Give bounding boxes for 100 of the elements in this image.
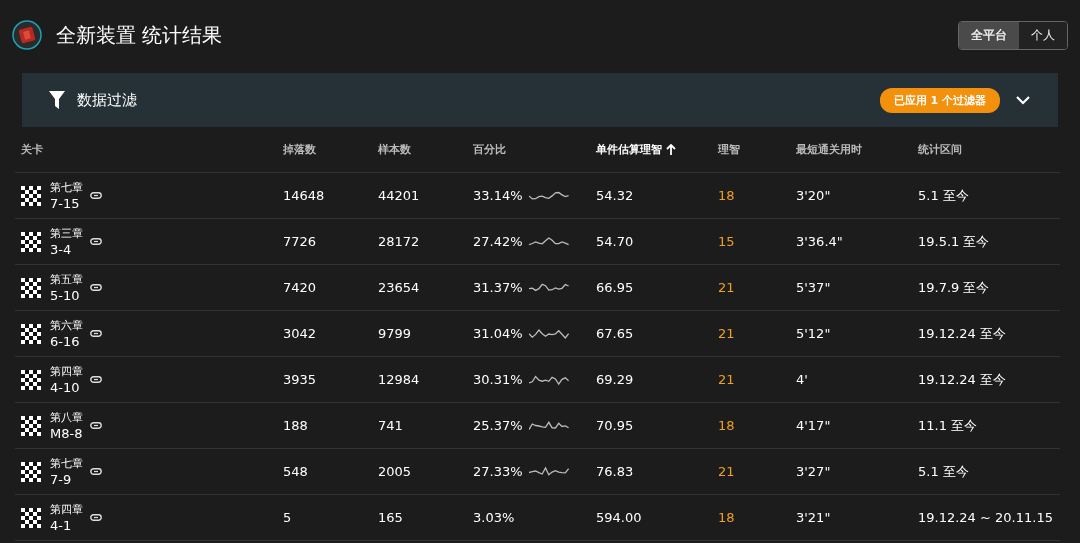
link-icon[interactable] bbox=[90, 376, 102, 383]
column-header[interactable]: 单件估算理智 bbox=[596, 142, 676, 157]
link-icon[interactable] bbox=[90, 330, 102, 337]
filter-count-badge: 已应用 1 个过滤器 bbox=[879, 87, 1000, 113]
table-cell: 21 bbox=[718, 464, 735, 479]
filter-title: 数据过滤 bbox=[77, 90, 137, 110]
stage-code: 7-9 bbox=[50, 471, 73, 488]
table-cell: 44201 bbox=[378, 188, 420, 203]
column-header[interactable]: 百分比 bbox=[473, 142, 506, 157]
checkerboard-icon bbox=[21, 461, 41, 482]
table-cell: 5.1 至今 bbox=[918, 186, 969, 205]
table-cell: 3'20" bbox=[796, 188, 831, 203]
column-header[interactable]: 关卡 bbox=[21, 142, 43, 157]
chapter-label: 第三章 bbox=[50, 225, 83, 242]
column-header[interactable]: 理智 bbox=[718, 142, 740, 157]
checkerboard-icon bbox=[21, 507, 41, 528]
table-cell: 67.65 bbox=[596, 326, 634, 341]
table-cell: 19.12.24 ~ 20.11.15 bbox=[918, 510, 1053, 525]
chapter-label: 第八章 bbox=[50, 409, 83, 426]
table-cell: 18 bbox=[718, 418, 735, 433]
table-cell: 12984 bbox=[378, 372, 420, 387]
sort-arrow-icon bbox=[666, 143, 676, 156]
link-icon[interactable] bbox=[90, 422, 102, 429]
link-icon[interactable] bbox=[90, 192, 102, 199]
table-cell: 31.37% bbox=[473, 280, 523, 295]
scope-tab[interactable]: 个人 bbox=[1019, 21, 1067, 49]
table-cell: 5'12" bbox=[796, 326, 831, 341]
stage-code: 4-1 bbox=[50, 517, 73, 534]
stage-code: 4-10 bbox=[50, 379, 81, 396]
table-cell: 5 bbox=[283, 510, 292, 525]
table-cell: 30.31% bbox=[473, 372, 523, 387]
table-cell: 19.7.9 至今 bbox=[918, 278, 990, 297]
table-cell: 5.1 至今 bbox=[918, 462, 969, 481]
table-cell: 21 bbox=[718, 326, 735, 341]
chapter-label: 第七章 bbox=[50, 179, 83, 196]
table-cell: 27.33% bbox=[473, 464, 523, 479]
link-icon[interactable] bbox=[90, 468, 102, 475]
table-cell: 18 bbox=[718, 188, 735, 203]
table-cell: 594.00 bbox=[596, 510, 642, 525]
table-cell: 66.95 bbox=[596, 280, 634, 295]
checkerboard-icon bbox=[21, 369, 41, 390]
stage-code: 7-15 bbox=[50, 195, 81, 212]
checkerboard-icon bbox=[21, 231, 41, 252]
chevron-icon[interactable] bbox=[1016, 95, 1030, 105]
chapter-label: 第七章 bbox=[50, 455, 83, 472]
link-icon[interactable] bbox=[90, 238, 102, 245]
table-cell: 69.29 bbox=[596, 372, 634, 387]
table-cell: 3042 bbox=[283, 326, 317, 341]
link-icon[interactable] bbox=[90, 284, 102, 291]
table-cell: 76.83 bbox=[596, 464, 634, 479]
column-header[interactable]: 掉落数 bbox=[283, 142, 316, 157]
chapter-label: 第五章 bbox=[50, 271, 83, 288]
table-cell: 3'36.4" bbox=[796, 234, 843, 249]
table-cell: 70.95 bbox=[596, 418, 634, 433]
table-cell: 3'21" bbox=[796, 510, 831, 525]
table-cell: 31.04% bbox=[473, 326, 523, 341]
table-cell: 18 bbox=[718, 510, 735, 525]
table-cell: 19.5.1 至今 bbox=[918, 232, 990, 251]
filter-icon bbox=[49, 91, 65, 109]
table-cell: 2005 bbox=[378, 464, 412, 479]
table-cell: 28172 bbox=[378, 234, 420, 249]
table-cell: 21 bbox=[718, 372, 735, 387]
table-cell: 19.12.24 至今 bbox=[918, 370, 1007, 389]
table-cell: 188 bbox=[283, 418, 308, 433]
table-cell: 21 bbox=[718, 280, 735, 295]
column-header[interactable]: 最短通关用时 bbox=[796, 142, 862, 157]
table-cell: 19.12.24 至今 bbox=[918, 324, 1007, 343]
table-cell: 548 bbox=[283, 464, 308, 479]
scope-tab[interactable]: 全平台 bbox=[959, 21, 1019, 49]
stage-code: 3-4 bbox=[50, 241, 73, 258]
table-cell: 27.42% bbox=[473, 234, 523, 249]
table-cell: 23654 bbox=[378, 280, 420, 295]
table-cell: 5'37" bbox=[796, 280, 831, 295]
table-cell: 54.32 bbox=[596, 188, 634, 203]
table-cell: 54.70 bbox=[596, 234, 634, 249]
stage-code: 6-16 bbox=[50, 333, 81, 350]
item-icon bbox=[12, 20, 42, 50]
sparkline bbox=[528, 464, 569, 479]
table-cell: 25.37% bbox=[473, 418, 523, 433]
table-cell: 3935 bbox=[283, 372, 317, 387]
checkerboard-icon bbox=[21, 415, 41, 436]
chapter-label: 第六章 bbox=[50, 317, 83, 334]
table-cell: 741 bbox=[378, 418, 403, 433]
stage-code: 5-10 bbox=[50, 287, 81, 304]
chapter-label: 第四章 bbox=[50, 501, 83, 518]
checkerboard-icon bbox=[21, 323, 41, 344]
table-cell: 15 bbox=[718, 234, 735, 249]
link-icon[interactable] bbox=[90, 514, 102, 521]
page-title: 全新装置 统计结果 bbox=[56, 21, 223, 49]
table-cell: 11.1 至今 bbox=[918, 416, 978, 435]
table-cell: 4'17" bbox=[796, 418, 831, 433]
column-header[interactable]: 统计区间 bbox=[918, 142, 962, 157]
filter-panel[interactable]: 数据过滤 已应用 1 个过滤器 bbox=[22, 73, 1058, 127]
stage-code: M8-8 bbox=[50, 425, 83, 442]
chapter-label: 第四章 bbox=[50, 363, 83, 380]
table-cell: 165 bbox=[378, 510, 403, 525]
column-header[interactable]: 样本数 bbox=[378, 142, 411, 157]
table-cell: 3'27" bbox=[796, 464, 831, 479]
table-cell: 4' bbox=[796, 372, 808, 387]
table-cell: 14648 bbox=[283, 188, 325, 203]
